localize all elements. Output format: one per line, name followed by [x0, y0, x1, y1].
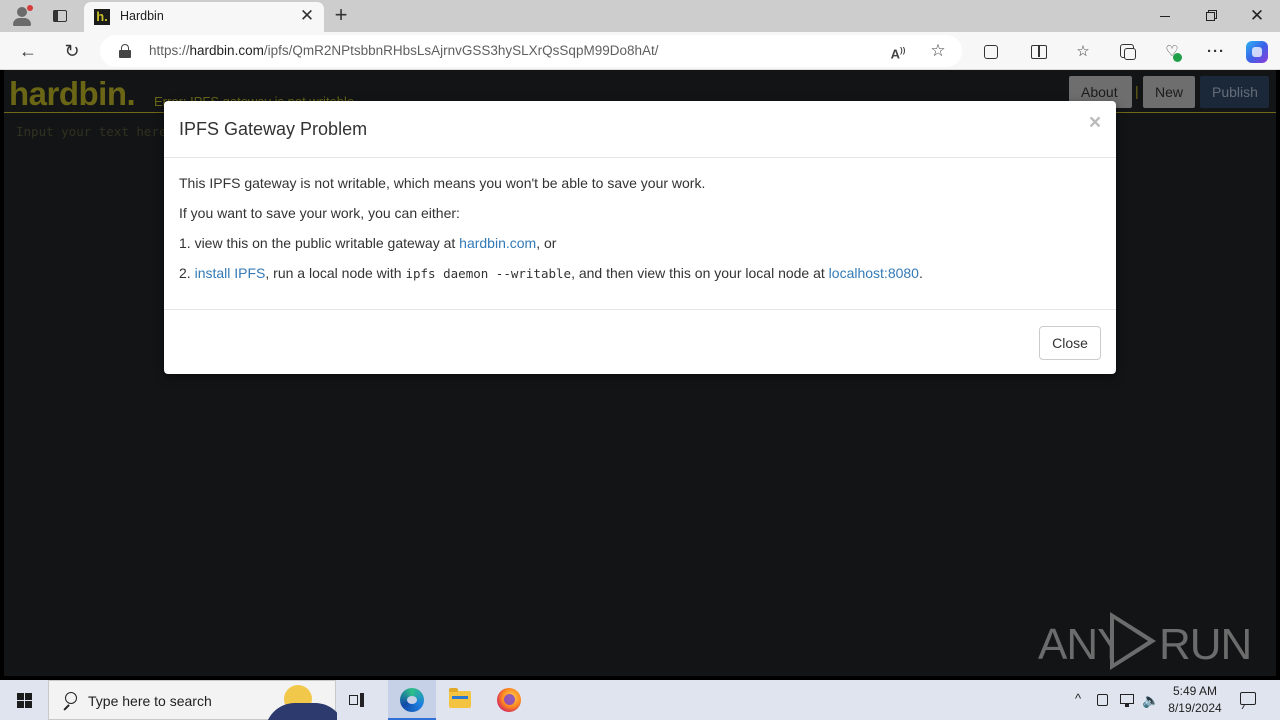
modal-header: IPFS Gateway Problem × — [164, 101, 1116, 158]
profile-head — [17, 7, 27, 17]
back-arrow-icon[interactable]: ← — [16, 39, 40, 63]
star-icon[interactable]: ☆ — [928, 41, 948, 61]
modal-option-2: 2. install IPFS, run a local node with i… — [179, 265, 923, 281]
meet-now-icon[interactable] — [1094, 691, 1112, 709]
browser-tab-strip: h. Hardbin ✕ + ✕ — [0, 0, 1280, 32]
volume-icon[interactable]: 🔈 — [1142, 691, 1160, 709]
system-clock[interactable]: 5:49 AM 8/19/2024 — [1162, 683, 1228, 717]
notification-tail — [1241, 704, 1250, 709]
taskbar-search-box[interactable]: Type here to search — [48, 680, 337, 720]
url-host: hardbin.com — [189, 43, 264, 58]
copilot-icon[interactable] — [1246, 41, 1268, 63]
tab-hardbin[interactable]: h. Hardbin ✕ — [84, 2, 324, 32]
modal-footer: Close — [164, 309, 1116, 374]
read-aloud-icon[interactable]: A)) — [888, 41, 908, 61]
search-ring — [65, 692, 77, 704]
task-view-box — [349, 695, 358, 705]
notifications-icon[interactable] — [1238, 690, 1258, 710]
url-path: /ipfs/QmR2NPtsbbnRHbsLsAjrnvGSS3hySLXrQs… — [263, 43, 659, 58]
url-text[interactable]: https://hardbin.com/ipfs/QmR2NPtsbbnRHbs… — [149, 43, 659, 58]
ipfs-command: ipfs daemon --writable — [405, 266, 572, 281]
option2-suffix: . — [918, 265, 923, 281]
windows-taskbar: Type here to search ^ 🔈 5:49 AM 8/19/202… — [0, 680, 1280, 720]
firefox-logo — [497, 688, 521, 712]
option2-mid2: , and then view this on your local node … — [571, 265, 829, 281]
modal-title: IPFS Gateway Problem — [179, 119, 368, 139]
windows-logo-q3 — [17, 701, 24, 708]
address-bar[interactable]: https://hardbin.com/ipfs/QmR2NPtsbbnRHbs… — [100, 35, 962, 67]
localhost-link[interactable]: localhost:8080 — [829, 265, 919, 281]
firefox-taskbar-icon[interactable] — [485, 680, 533, 720]
watermark-run: RUN — [1159, 620, 1252, 669]
watermark-play-icon — [1110, 612, 1156, 670]
windows-logo-q4 — [25, 701, 32, 708]
collections-shape-front — [1124, 48, 1136, 60]
meet-shape — [1097, 694, 1108, 706]
network-icon[interactable] — [1118, 691, 1136, 709]
edge-taskbar-icon[interactable] — [388, 680, 436, 720]
split-shape — [1031, 45, 1047, 59]
task-view-icon[interactable] — [345, 689, 367, 711]
tab-actions-icon[interactable] — [50, 6, 70, 26]
window-close-button[interactable]: ✕ — [1234, 0, 1280, 32]
file-explorer-taskbar-icon[interactable] — [436, 680, 484, 720]
install-ipfs-link[interactable]: install IPFS — [195, 265, 266, 281]
tab-close-icon[interactable]: ✕ — [298, 7, 316, 25]
windows-logo-q2 — [25, 693, 32, 700]
clock-date: 8/19/2024 — [1168, 701, 1222, 715]
network-stand — [1125, 704, 1129, 707]
search-placeholder: Type here to search — [88, 693, 212, 709]
more-icon[interactable]: ··· — [1205, 41, 1227, 63]
edge-logo — [400, 688, 424, 712]
reload-icon[interactable]: ↻ — [60, 39, 84, 63]
modal-line-not-writable: This IPFS gateway is not writable, which… — [179, 175, 706, 191]
profile-icon[interactable] — [10, 5, 34, 27]
minimize-icon — [1160, 16, 1170, 17]
tab-title: Hardbin — [120, 9, 164, 23]
task-view-bar — [360, 693, 364, 707]
essentials-badge — [1173, 53, 1182, 62]
hardbin-com-link[interactable]: hardbin.com — [459, 235, 536, 251]
new-tab-icon[interactable]: + — [330, 4, 352, 26]
modal-close-icon[interactable]: × — [1086, 112, 1104, 134]
network-screen — [1120, 694, 1134, 704]
option2-prefix: 2. — [179, 265, 195, 281]
search-art-hill — [265, 703, 337, 720]
start-windows-icon[interactable] — [0, 680, 48, 720]
restore-icon-front — [1206, 12, 1215, 21]
extensions-icon[interactable] — [980, 41, 1002, 63]
modal-option-1: 1. view this on the public writable gate… — [179, 235, 556, 251]
lock-body — [119, 50, 131, 58]
split-screen-icon[interactable] — [1028, 41, 1050, 63]
window-minimize-button[interactable] — [1142, 0, 1188, 32]
lock-icon[interactable] — [119, 44, 131, 58]
tab-actions-bar — [53, 10, 58, 22]
search-icon — [62, 692, 78, 711]
collections-icon[interactable] — [1117, 41, 1139, 63]
show-hidden-icons-chevron-icon[interactable]: ^ — [1070, 691, 1086, 707]
window-restore-button[interactable] — [1188, 0, 1234, 32]
option2-mid1: , run a local node with — [265, 265, 406, 281]
profile-notification-dot — [27, 5, 33, 11]
profile-shoulders — [13, 18, 31, 26]
close-button[interactable]: Close — [1039, 326, 1101, 360]
folder-shape — [449, 688, 471, 708]
anyrun-watermark: ANY RUN — [1038, 610, 1252, 672]
windows-logo-q1 — [17, 693, 24, 700]
search-highlight-art — [261, 681, 337, 720]
clock-time: 5:49 AM — [1172, 684, 1218, 698]
option1-suffix: , or — [536, 235, 557, 251]
url-prefix: https:// — [149, 43, 190, 58]
hardbin-favicon-icon: h. — [94, 9, 110, 25]
browser-essentials-icon[interactable]: ♡ — [1161, 41, 1183, 63]
ipfs-gateway-dialog: IPFS Gateway Problem × This IPFS gateway… — [164, 101, 1116, 374]
option1-prefix: 1. view this on the public writable gate… — [179, 235, 460, 251]
favorites-icon[interactable]: ☆ — [1072, 41, 1094, 63]
extensions-shape — [984, 45, 998, 59]
browser-toolbar: ← ↻ https://hardbin.com/ipfs/QmR2NPtsbbn… — [0, 32, 1280, 70]
modal-line-save-options: If you want to save your work, you can e… — [179, 205, 460, 221]
search-handle — [63, 704, 70, 711]
